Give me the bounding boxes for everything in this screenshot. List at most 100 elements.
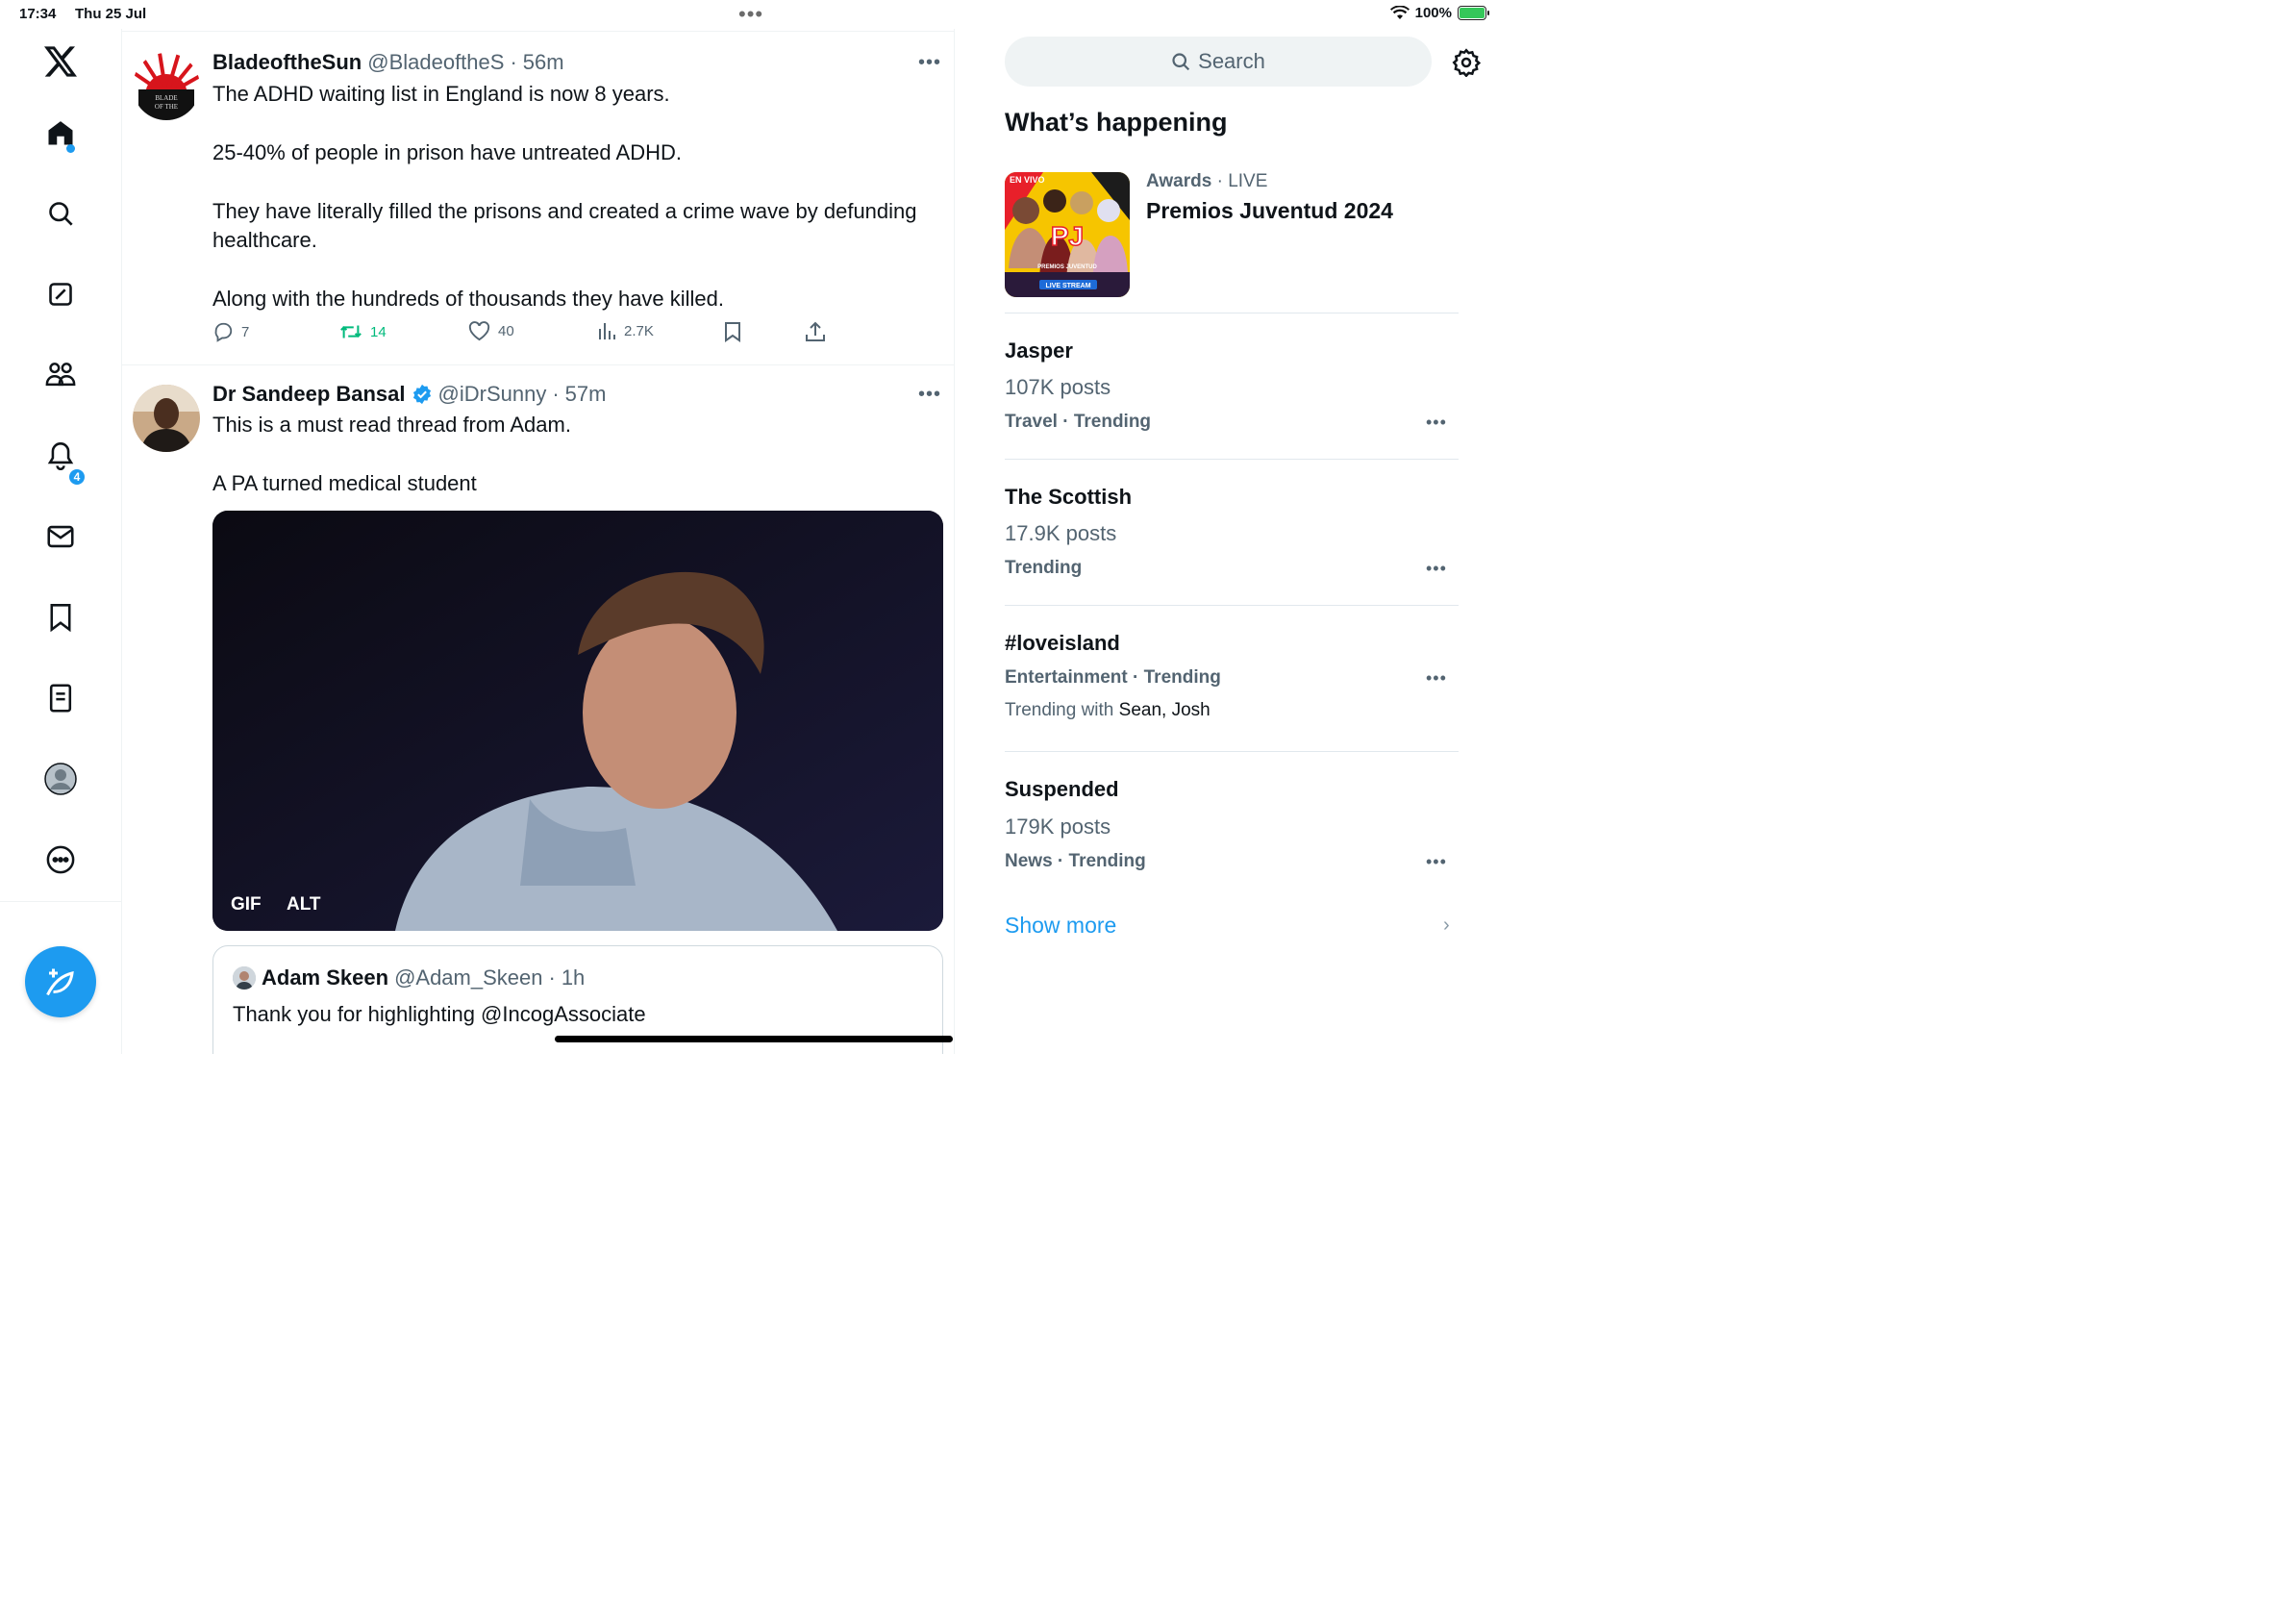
search-icon — [1172, 53, 1190, 71]
compose-feather-icon — [46, 968, 74, 996]
gif-image — [212, 511, 943, 931]
trend-title[interactable]: Suspended — [1005, 777, 1119, 802]
image-pj-logo: PJ — [1051, 221, 1084, 251]
battery-icon — [1458, 6, 1489, 20]
status-bar: 17:34 Thu 25 Jul ••• 100% — [0, 0, 1500, 29]
retweet-button[interactable]: 14 — [339, 321, 387, 342]
author-handle[interactable]: @BladeoftheS — [367, 50, 504, 75]
grok-icon[interactable] — [41, 275, 80, 313]
nav-divider — [0, 901, 122, 902]
tweet-paragraph: A PA turned medical student — [212, 471, 477, 495]
profile-avatar-icon[interactable] — [41, 760, 80, 798]
left-navigation: 4 — [0, 29, 122, 1054]
timeline-top-divider — [122, 31, 954, 32]
tweet-paragraph: The ADHD waiting list in England is now … — [212, 82, 670, 106]
heart-icon — [468, 321, 490, 341]
views-button[interactable]: 2.7K — [597, 321, 654, 340]
featured-trend-meta: Awards · LIVE — [1146, 171, 1268, 191]
bookmarks-icon[interactable] — [41, 598, 80, 637]
trend-category: News · Trending — [1005, 851, 1146, 871]
trend-more-icon[interactable]: ••• — [1426, 413, 1447, 433]
share-button[interactable] — [805, 321, 826, 342]
avatar[interactable] — [133, 385, 200, 452]
status-date: Thu 25 Jul — [75, 6, 147, 22]
settings-gear-icon[interactable] — [1450, 46, 1483, 79]
quoted-avatar — [233, 966, 256, 990]
quoted-author-name: Adam Skeen — [262, 965, 389, 990]
tweet-time[interactable]: 56m — [523, 50, 564, 75]
messages-icon[interactable] — [41, 517, 80, 556]
tweet-actions: 7 14 40 2.7K — [212, 321, 866, 348]
tweet-paragraph: Along with the hundreds of thousands the… — [212, 287, 725, 311]
tweet-media-gif[interactable]: GIF ALT — [212, 511, 943, 931]
verified-badge-icon — [412, 384, 431, 405]
trend-more-icon[interactable]: ••• — [1426, 559, 1447, 579]
trend-title[interactable]: The Scottish — [1005, 485, 1132, 510]
trending-with-names[interactable]: Sean, Josh — [1119, 700, 1210, 720]
image-en-vivo-tag: EN VIVO — [1010, 175, 1045, 185]
home-indicator[interactable] — [555, 1036, 953, 1042]
tweet-more-icon[interactable]: ••• — [918, 384, 941, 406]
trending-with-prefix: Trending with — [1005, 700, 1114, 720]
tweet-text: The ADHD waiting list in England is now … — [212, 80, 943, 343]
premios-juventud-image[interactable]: EN VIVO PJ PREMIOS JUVENTUD LIVE STREAM — [1005, 172, 1130, 297]
search-icon[interactable] — [41, 194, 80, 233]
image-premios-juventud-caption: PREMIOS JUVENTUD — [1037, 264, 1097, 270]
more-options-icon[interactable] — [41, 840, 80, 879]
image-live-stream-label: LIVE STREAM — [1045, 283, 1090, 289]
views-count: 2.7K — [624, 322, 654, 339]
trend-trending-with: Trending with Sean, Josh — [1005, 700, 1210, 721]
retweet-count: 14 — [370, 323, 387, 340]
timeline: BLADE OF THE BladeoftheSun @BladeoftheS … — [122, 29, 955, 1054]
reply-icon — [214, 322, 233, 342]
like-count: 40 — [498, 323, 514, 339]
trend-category: Travel · Trending — [1005, 412, 1152, 432]
author-handle[interactable]: @iDrSunny — [438, 382, 547, 407]
like-button[interactable]: 40 — [468, 321, 514, 341]
alt-label[interactable]: ALT — [287, 894, 321, 915]
bookmark-icon — [725, 322, 740, 342]
avatar[interactable]: BLADE OF THE — [133, 53, 200, 120]
quoted-author-handle: @Adam_Skeen — [394, 965, 543, 990]
tweet-paragraph: This is a must read thread from Adam. — [212, 413, 571, 437]
trend-divider — [1005, 751, 1459, 752]
featured-trend-title[interactable]: Premios Juventud 2024 — [1146, 198, 1393, 224]
wifi-icon — [1389, 6, 1410, 19]
tweet-paragraph: They have literally filled the prisons a… — [212, 199, 917, 252]
notifications-badge: 4 — [67, 467, 87, 487]
views-chart-icon — [599, 323, 615, 339]
trend-divider — [1005, 605, 1459, 606]
tweet-time[interactable]: 57m — [565, 382, 607, 407]
tweet-more-icon[interactable]: ••• — [918, 52, 941, 74]
x-logo-icon[interactable] — [41, 42, 80, 81]
svg-text:BLADE: BLADE — [155, 94, 177, 102]
trend-title[interactable]: #loveisland — [1005, 631, 1120, 656]
trend-posts: 17.9K posts — [1005, 521, 1117, 545]
trend-more-icon[interactable]: ••• — [1426, 668, 1447, 689]
status-right: 100% — [1389, 5, 1489, 21]
trend-more-icon[interactable]: ••• — [1426, 852, 1447, 872]
whats-happening-title: What’s happening — [1005, 108, 1228, 137]
search-input[interactable]: Search — [1005, 37, 1432, 87]
gif-label: GIF — [231, 894, 262, 915]
bookmark-button[interactable] — [724, 321, 741, 342]
author-name[interactable]: BladeoftheSun — [212, 50, 362, 75]
author-name[interactable]: Dr Sandeep Bansal — [212, 382, 406, 407]
communities-icon[interactable] — [41, 356, 80, 394]
lists-icon[interactable] — [41, 679, 80, 717]
search-placeholder: Search — [1198, 49, 1265, 73]
show-more-link[interactable]: Show more — [1005, 913, 1116, 939]
home-unread-dot — [66, 144, 75, 153]
reply-button[interactable]: 7 — [212, 321, 249, 342]
featured-live-status: LIVE — [1228, 171, 1268, 191]
retweet-icon — [340, 325, 362, 338]
trend-category: Trending — [1005, 558, 1083, 578]
right-sidebar: Search What’s happening EN VIVO PJ PREMI… — [955, 29, 1500, 1054]
trend-title[interactable]: Jasper — [1005, 338, 1073, 363]
featured-category: Awards — [1146, 171, 1212, 191]
trend-posts: 179K posts — [1005, 815, 1111, 839]
status-time: 17:34 — [19, 6, 57, 22]
battery-percent: 100% — [1414, 5, 1452, 21]
compose-post-button[interactable] — [25, 946, 96, 1017]
multitasking-dots-icon[interactable]: ••• — [738, 2, 763, 27]
